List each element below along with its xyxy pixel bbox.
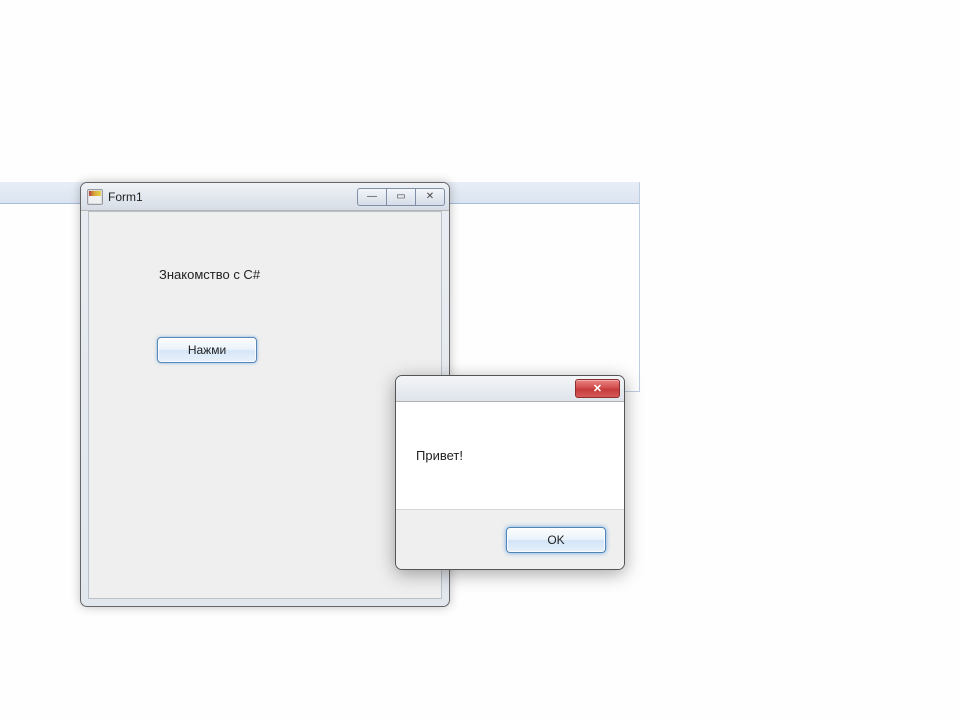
messagebox-text: Привет! [416, 448, 463, 463]
messagebox-button-row: OK [396, 511, 624, 569]
minimize-button[interactable]: — [357, 188, 387, 206]
form1-client-area: Знакомство с C# Нажми [88, 211, 442, 599]
form1-title: Form1 [108, 190, 143, 204]
maximize-button[interactable]: ▭ [386, 188, 416, 206]
background-panel-edge [486, 182, 640, 392]
messagebox-window: ✕ Привет! OK [395, 375, 625, 570]
close-icon: ✕ [593, 382, 602, 395]
form1-titlebar[interactable]: Form1 — ▭ ✕ [81, 183, 449, 211]
background-margin [68, 200, 78, 420]
close-button[interactable]: ✕ [415, 188, 445, 206]
ok-button[interactable]: OK [506, 527, 606, 553]
window-controls: — ▭ ✕ [358, 188, 445, 206]
intro-label: Знакомство с C# [159, 267, 260, 282]
messagebox-content: Привет! [396, 402, 624, 510]
app-icon [87, 189, 103, 205]
press-me-button[interactable]: Нажми [157, 337, 257, 363]
messagebox-titlebar[interactable]: ✕ [396, 376, 624, 402]
messagebox-close-button[interactable]: ✕ [575, 379, 620, 398]
